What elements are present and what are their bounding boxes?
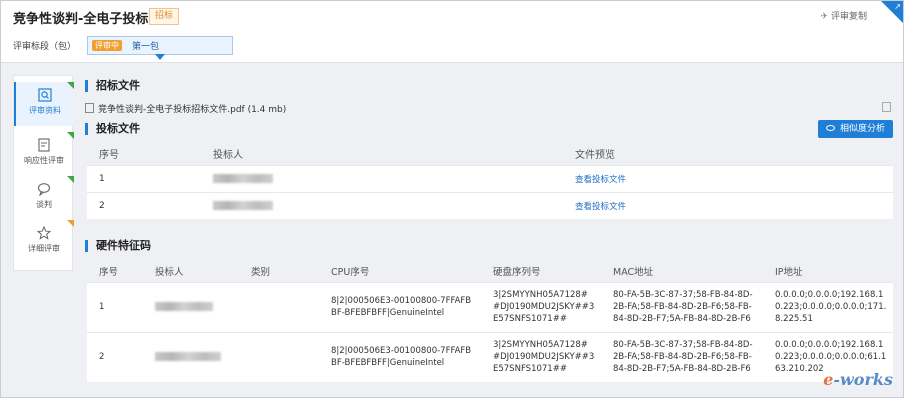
stage-selector[interactable]: 评审中 第一包 [87, 36, 233, 55]
column-header: 序号 [87, 143, 201, 165]
column-header: 投标人 [143, 260, 239, 282]
corner-flag: ↗ [881, 1, 903, 23]
header-bar: 竞争性谈判-全电子投标 招标 ✈ 评审复制 ↗ 评审标段（包） 评审中 第一包 [1, 1, 903, 63]
category-cell [239, 331, 319, 382]
column-header: 投标人 [201, 143, 563, 165]
sidebar-item-negotiation[interactable]: 谈判 [14, 176, 74, 220]
disk-serial: 3|2SMYYNH05A7128##DJ0190MDU2JSKY##3E57SN… [481, 331, 601, 382]
review-copy-button[interactable]: ✈ 评审复制 [820, 9, 867, 22]
mac-address: 80-FA-5B-3C-87-37;58-FB-84-8D-2B-FA;58-F… [601, 331, 763, 382]
ip-address: 0.0.0.0;0.0.0.0;192.168.10.223;0.0.0.0;0… [763, 281, 893, 332]
cpu-serial: 8|2|000506E3-00100800-7FFAFBBF-BFEBFBFF|… [319, 281, 481, 332]
expand-arrow-icon: ↗ [894, 2, 901, 11]
main-content: 招标文件 竞争性谈判-全电子投标招标文件.pdf (1.4 mb) 投标文件 相… [85, 75, 895, 387]
page-title: 竞争性谈判-全电子投标 [13, 12, 149, 27]
similarity-button-label: 相似度分析 [839, 124, 885, 134]
status-flag [67, 82, 74, 89]
sidebar-item-label: 谈判 [36, 200, 52, 209]
app-window: 竞争性谈判-全电子投标 招标 ✈ 评审复制 ↗ 评审标段（包） 评审中 第一包 评… [0, 0, 904, 398]
stage-name: 第一包 [132, 42, 160, 52]
column-header: CPU序号 [319, 260, 481, 282]
view-bid-file-link[interactable]: 查看投标文件 [575, 202, 626, 212]
table-header: 序号 投标人 文件预览 [87, 143, 893, 165]
row-number: 1 [87, 164, 201, 192]
bidder-redacted [201, 164, 563, 192]
row-number: 2 [87, 331, 143, 382]
stage-status-badge: 评审中 [92, 40, 122, 51]
column-header: 类别 [239, 260, 319, 282]
category-cell [239, 281, 319, 332]
eworks-watermark: e-works [823, 370, 893, 389]
status-flag [67, 220, 74, 227]
bidder-redacted [143, 281, 239, 332]
similarity-analysis-button[interactable]: 相似度分析 [817, 120, 893, 138]
section-title-tender-file: 招标文件 [85, 80, 140, 92]
sidebar-item-responsiveness[interactable]: 响应性评审 [14, 132, 74, 176]
column-header: 文件预览 [563, 143, 893, 165]
sidebar-item-label: 评审资料 [29, 106, 61, 115]
review-copy-label: 评审复制 [830, 12, 867, 22]
status-flag [67, 176, 74, 183]
procurement-type-badge: 招标 [149, 8, 180, 25]
stage-label: 评审标段（包） [13, 42, 77, 52]
section-title-bid-files: 投标文件 [85, 123, 140, 135]
checklist-icon [38, 138, 50, 152]
status-flag [67, 132, 74, 139]
bidder-redacted [143, 331, 239, 382]
row-number: 2 [87, 191, 201, 219]
view-bid-file-link[interactable]: 查看投标文件 [575, 175, 626, 185]
sidebar: 评审资料 响应性评审 谈判 详细评审 [13, 75, 74, 271]
send-icon: ✈ [820, 12, 828, 22]
table-header: 序号 投标人 类别 CPU序号 硬盘序列号 MAC地址 IP地址 [87, 260, 893, 282]
bidder-redacted [201, 191, 563, 219]
tender-file-link[interactable]: 竞争性谈判-全电子投标招标文件.pdf (1.4 mb) [85, 102, 286, 115]
column-header: 硬盘序列号 [481, 260, 601, 282]
pdf-file-icon [85, 103, 94, 113]
disk-serial: 3|2SMYYNH05A7128##DJ0190MDU2JSKY##3E57SN… [481, 281, 601, 332]
cpu-serial: 8|2|000506E3-00100800-7FFAFBBF-BFEBFBFF|… [319, 331, 481, 382]
star-icon [37, 226, 51, 240]
bid-files-table: 序号 投标人 文件预览 1 查看投标文件 2 查看投标文件 [87, 143, 893, 219]
sidebar-item-detailed-review[interactable]: 详细评审 [14, 220, 74, 264]
eye-icon [825, 125, 835, 131]
column-header: IP地址 [763, 260, 893, 282]
mac-address: 80-FA-5B-3C-87-37;58-FB-84-8D-2B-FA;58-F… [601, 281, 763, 332]
column-header: MAC地址 [601, 260, 763, 282]
print-icon[interactable] [882, 102, 891, 112]
search-doc-icon [38, 88, 52, 102]
row-number: 1 [87, 281, 143, 332]
caret-down-icon [155, 54, 165, 60]
sidebar-item-review-materials[interactable]: 评审资料 [14, 82, 74, 126]
hardware-table: 序号 投标人 类别 CPU序号 硬盘序列号 MAC地址 IP地址 1 8|2|0… [87, 260, 893, 382]
tender-file-name: 竞争性谈判-全电子投标招标文件.pdf (1.4 mb) [98, 105, 287, 115]
column-header: 序号 [87, 260, 143, 282]
section-title-hardware: 硬件特征码 [85, 240, 151, 252]
table-row: 2 8|2|000506E3-00100800-7FFAFBBF-BFEBFBF… [87, 331, 893, 382]
chat-icon [37, 183, 51, 196]
sidebar-item-label: 详细评审 [28, 244, 60, 253]
sidebar-item-label: 响应性评审 [24, 156, 64, 165]
table-row: 1 8|2|000506E3-00100800-7FFAFBBF-BFEBFBF… [87, 281, 893, 332]
table-row: 2 查看投标文件 [87, 191, 893, 219]
table-row: 1 查看投标文件 [87, 164, 893, 192]
